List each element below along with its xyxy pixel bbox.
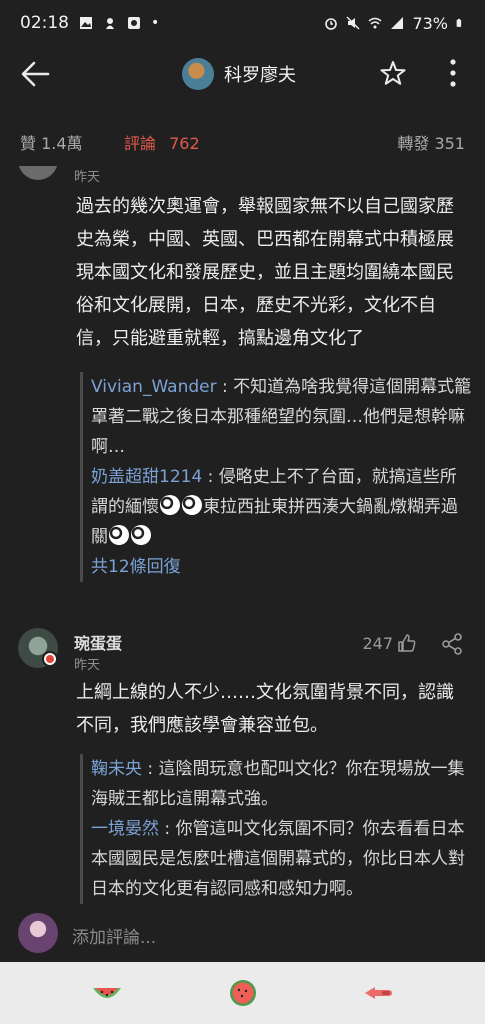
comment-time: 昨天 bbox=[74, 170, 101, 185]
user-title[interactable]: 科罗廖夫 bbox=[182, 58, 296, 90]
battery-percent: 73% bbox=[412, 13, 448, 33]
battery-icon bbox=[456, 18, 462, 27]
watermelon-icon[interactable] bbox=[226, 978, 260, 1008]
tab-likes[interactable]: 贊 1.4萬 bbox=[20, 130, 83, 154]
alarm-icon bbox=[325, 18, 338, 30]
signal-icon bbox=[391, 17, 404, 29]
tab-comments[interactable]: 評論 762 bbox=[124, 130, 200, 154]
comment-time: 昨天 bbox=[74, 658, 101, 673]
page-title: 科罗廖夫 bbox=[224, 65, 296, 86]
emoji-icon bbox=[131, 525, 151, 545]
app-icon bbox=[128, 17, 140, 29]
reply-username[interactable]: 一境晏然 bbox=[91, 819, 159, 839]
notification-icon bbox=[106, 18, 114, 29]
reply-item[interactable]: 鞠未央 : 這陰間玩意也配叫文化？你在現場放一集海賊王都比這開幕式強。 bbox=[91, 754, 472, 814]
like-button[interactable]: 247 bbox=[362, 633, 417, 653]
back-arrow-icon[interactable] bbox=[20, 60, 50, 88]
share-icon[interactable] bbox=[441, 633, 463, 655]
star-icon[interactable] bbox=[380, 60, 406, 86]
emoji-icon bbox=[160, 495, 180, 515]
gallery-icon bbox=[80, 17, 92, 29]
wifi-icon bbox=[368, 17, 382, 29]
mute-icon bbox=[346, 16, 360, 30]
bottom-bar bbox=[0, 962, 485, 1024]
comments-label: 評論 bbox=[124, 134, 157, 153]
reply-item[interactable]: 奶盖超甜1214 : 侵略史上不了台面，就搞這些所謂的緬懷 東拉西扯東拼西湊大鍋亂… bbox=[91, 462, 472, 552]
reply-list[interactable]: Vivian_Wander : 不知道為啥我覺得這個開幕式籠罩著二戰之後日本那種… bbox=[80, 372, 472, 582]
tab-reposts[interactable]: 轉發 351 bbox=[397, 130, 465, 154]
thumbs-up-icon bbox=[398, 634, 416, 652]
dot-icon: • bbox=[151, 15, 160, 31]
comment-text: 過去的幾次奧運會，舉報國家無不以自己國家歷史為榮，中國、英國、巴西都在開幕式中積… bbox=[76, 196, 454, 349]
pointing-hand-icon[interactable] bbox=[362, 978, 396, 1008]
reply-item[interactable]: Vivian_Wander : 不知道為啥我覺得這個開幕式籠罩著二戰之後日本那種… bbox=[91, 372, 472, 462]
more-replies-link[interactable]: 共12條回復 bbox=[91, 552, 472, 582]
commenter-name[interactable]: 琬蛋蛋 bbox=[74, 630, 122, 654]
comment-input-bar: 添加評論... bbox=[0, 904, 485, 962]
reply-username[interactable]: Vivian_Wander bbox=[91, 377, 217, 397]
emoji-icon bbox=[109, 525, 129, 545]
comments-count: 762 bbox=[169, 134, 200, 153]
user-avatar[interactable] bbox=[182, 58, 214, 90]
emoji-icon bbox=[182, 495, 202, 515]
stats-row: 贊 1.4萬 評論 762 轉發 351 bbox=[0, 124, 485, 156]
reply-username[interactable]: 鞠未央 bbox=[91, 759, 142, 779]
comment-input[interactable]: 添加評論... bbox=[72, 923, 156, 948]
status-bar: 02:18 • 73% bbox=[0, 0, 485, 46]
like-count: 247 bbox=[362, 633, 393, 653]
my-avatar bbox=[18, 913, 58, 953]
watermelon-slice-icon[interactable] bbox=[90, 978, 124, 1008]
more-options-icon[interactable] bbox=[448, 58, 458, 88]
reply-username[interactable]: 奶盖超甜1214 bbox=[91, 467, 202, 487]
verified-badge-icon bbox=[42, 651, 58, 667]
reply-item[interactable]: 一境晏然 : 你管這叫文化氛圍不同？你去看看日本本國國民是怎麼吐槽這個開幕式的，… bbox=[91, 814, 472, 904]
status-time: 02:18 bbox=[20, 13, 69, 33]
comment-text: 上綱上線的人不少……文化氛圍背景不同，認識不同，我們應該學會兼容並包。 bbox=[76, 682, 454, 736]
top-bar: 科罗廖夫 bbox=[0, 46, 485, 102]
reply-list[interactable]: 鞠未央 : 這陰間玩意也配叫文化？你在現場放一集海賊王都比這開幕式強。 一境晏然… bbox=[80, 754, 472, 904]
reply-text: : 這陰間玩意也配叫文化？你在現場放一集海賊王都比這開幕式強。 bbox=[91, 759, 465, 809]
